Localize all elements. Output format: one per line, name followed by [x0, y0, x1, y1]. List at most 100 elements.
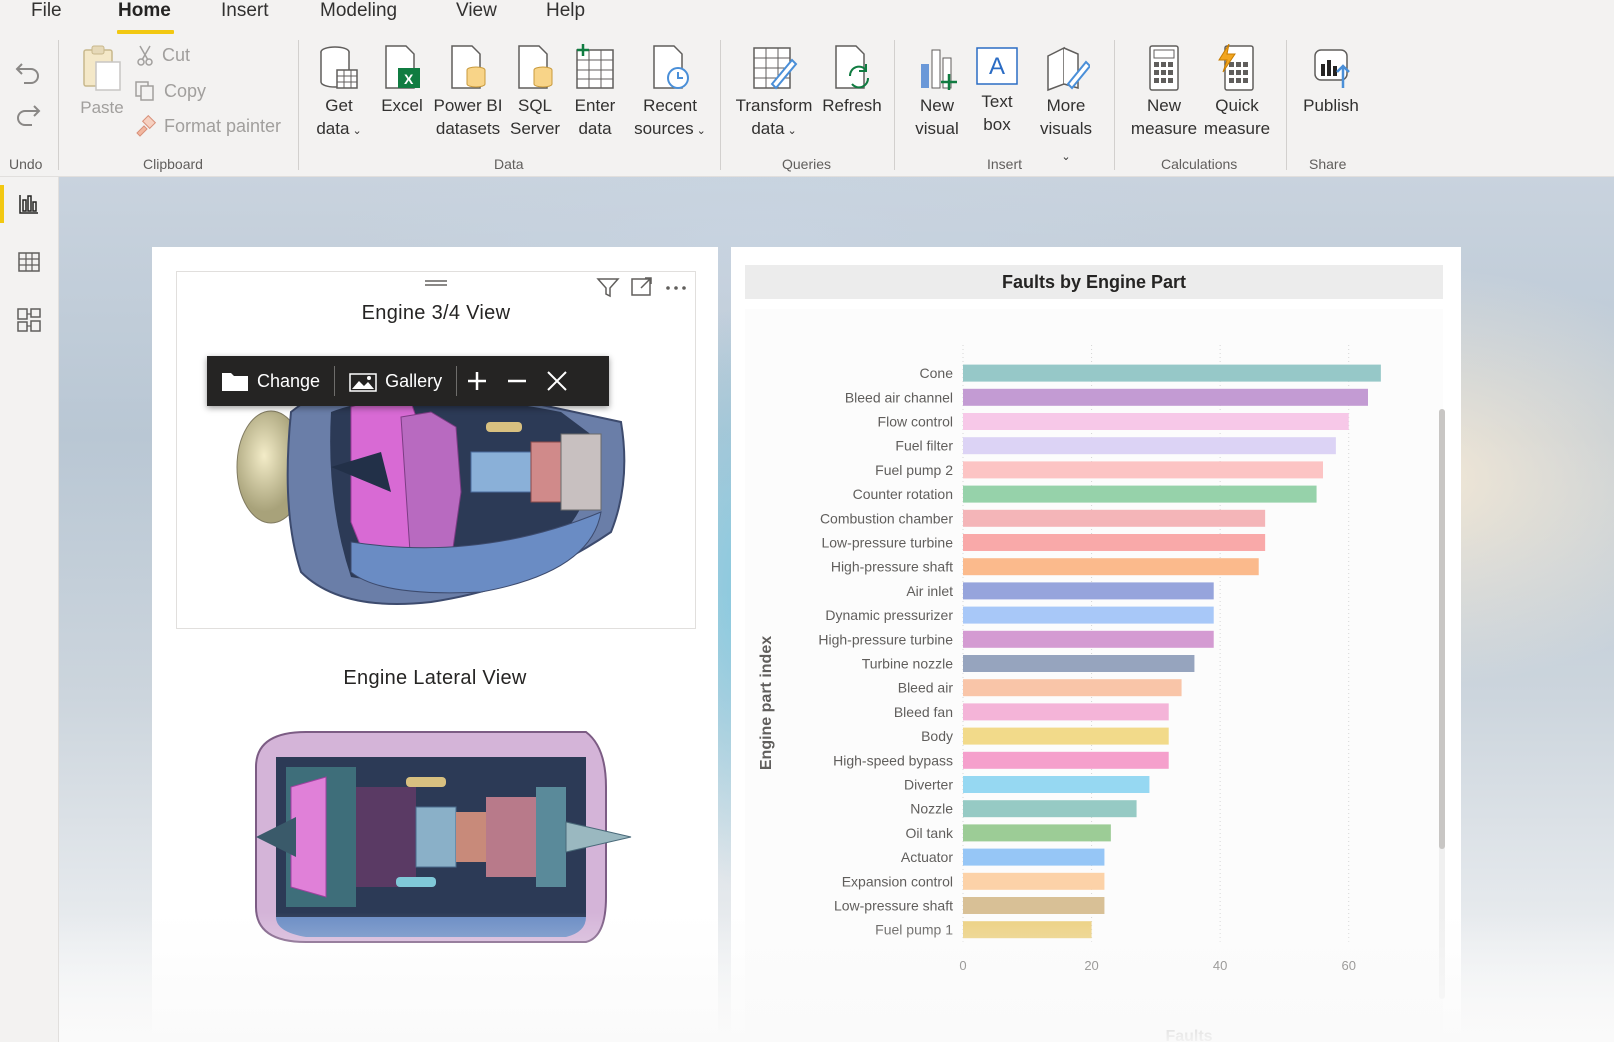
clipboard-group-label: Clipboard	[143, 156, 203, 172]
bar[interactable]	[963, 437, 1336, 455]
x-tick-label: 60	[1341, 958, 1355, 973]
quick-measure-button[interactable]: Quick measure	[1202, 44, 1272, 140]
more-options-icon[interactable]	[663, 274, 689, 300]
more-visuals-button[interactable]: More visuals ⌄	[1034, 44, 1098, 169]
get-data-button[interactable]: Get data ⌄	[312, 44, 366, 143]
new-visual-icon	[921, 49, 957, 90]
separator	[894, 40, 895, 170]
bar[interactable]	[963, 800, 1137, 818]
bar[interactable]	[963, 921, 1092, 939]
bar[interactable]	[963, 461, 1323, 479]
menu-modeling[interactable]: Modeling	[320, 0, 397, 22]
bar[interactable]	[963, 776, 1150, 793]
zoom-in-button[interactable]	[457, 356, 497, 406]
x-axis-title: Faults	[1165, 1028, 1212, 1042]
menu-view[interactable]: View	[456, 0, 497, 22]
text-box-button[interactable]: A Text box	[970, 44, 1024, 136]
excel-icon: X	[385, 45, 420, 89]
chevron-down-icon: ⌄	[1061, 151, 1071, 163]
bar[interactable]	[963, 388, 1368, 406]
copy-button[interactable]: Copy	[134, 80, 206, 102]
category-label: Flow control	[878, 414, 953, 430]
format-painter-button[interactable]: Format painter	[134, 115, 281, 137]
new-measure-button[interactable]: New measure	[1130, 44, 1198, 140]
bar[interactable]	[963, 872, 1105, 890]
data-view-button[interactable]	[0, 237, 58, 287]
drag-handle-icon[interactable]	[425, 280, 447, 286]
refresh-icon	[835, 45, 870, 89]
bar[interactable]	[963, 655, 1195, 672]
excel-button[interactable]: X Excel	[380, 44, 424, 117]
chevron-down-icon: ⌄	[784, 125, 797, 137]
engine-lateral-image[interactable]	[246, 727, 636, 947]
bar[interactable]	[963, 751, 1169, 769]
cut-button[interactable]: Cut	[136, 44, 190, 66]
report-view-button[interactable]	[0, 179, 58, 229]
menu-help[interactable]: Help	[546, 0, 585, 22]
bar[interactable]	[963, 703, 1169, 721]
gallery-button[interactable]: Gallery	[335, 356, 456, 406]
ribbon: Undo Paste Cut Copy Format painter Clipb…	[0, 36, 1614, 177]
redo-button[interactable]	[14, 100, 42, 133]
category-label: Oil tank	[906, 825, 954, 841]
category-label: Body	[921, 728, 953, 744]
bar-chart: Cone Bleed air channel Flow control Fuel fi…	[758, 345, 1381, 1042]
publish-icon	[1314, 49, 1350, 88]
sql-server-button[interactable]: SQL Server	[510, 44, 560, 140]
x-tick-label: 0	[959, 958, 966, 973]
recent-label-2: sources	[634, 119, 694, 138]
paste-button[interactable]: Paste	[78, 44, 126, 119]
bar[interactable]	[963, 558, 1259, 576]
svg-text:X: X	[404, 71, 414, 87]
transform-data-button[interactable]: Transform data ⌄	[734, 44, 814, 143]
paste-icon	[83, 45, 121, 91]
bar[interactable]	[963, 824, 1111, 842]
zoom-out-button[interactable]	[497, 356, 537, 406]
bar[interactable]	[963, 848, 1105, 866]
bar[interactable]	[963, 679, 1182, 697]
bar[interactable]	[963, 364, 1381, 382]
quick-measure-label-1: Quick	[1215, 96, 1259, 115]
enter-data-button[interactable]: Enter data	[570, 44, 620, 140]
sql-label-1: SQL	[517, 96, 553, 115]
chart-title-bar: Faults by Engine Part	[745, 265, 1443, 299]
engine-3-4-visual[interactable]: Engine 3/4 View Change Gallery	[176, 271, 696, 629]
powerbi-label-2: datasets	[435, 119, 501, 138]
bar[interactable]	[963, 534, 1266, 551]
bar[interactable]	[963, 582, 1214, 600]
engine-3-4-image[interactable]	[231, 372, 651, 612]
menu-file[interactable]: File	[31, 0, 62, 22]
refresh-button[interactable]: Refresh	[820, 44, 884, 117]
bar[interactable]	[963, 630, 1214, 648]
menu-insert[interactable]: Insert	[221, 0, 269, 22]
bar[interactable]	[963, 897, 1105, 914]
bar[interactable]	[963, 727, 1169, 745]
visual-title-3-4: Engine 3/4 View	[361, 302, 511, 324]
category-label: Fuel pump 1	[875, 922, 953, 938]
menu-bar: File Home Insert Modeling View Help	[0, 0, 1614, 36]
bar[interactable]	[963, 413, 1349, 430]
gallery-label: Gallery	[385, 370, 443, 391]
focus-mode-icon[interactable]	[629, 274, 655, 300]
gallery-icon	[349, 373, 377, 392]
publish-label: Publish	[1303, 96, 1359, 115]
powerbi-datasets-button[interactable]: Power BI datasets	[432, 44, 504, 140]
bar[interactable]	[963, 509, 1266, 527]
publish-button[interactable]: Publish	[1300, 44, 1362, 117]
get-data-label-1: Get	[325, 96, 353, 115]
menu-home[interactable]: Home	[118, 0, 171, 22]
recent-sources-button[interactable]: Recent sources ⌄	[634, 44, 706, 143]
share-group-label: Share	[1309, 156, 1347, 172]
new-visual-button[interactable]: New visual	[912, 44, 962, 140]
filter-icon[interactable]	[595, 274, 621, 300]
faults-chart-visual[interactable]: Faults by Engine Part Cone Bleed air chan…	[731, 247, 1461, 1042]
x-tick-label: 20	[1084, 958, 1098, 973]
change-button[interactable]: Change	[207, 356, 334, 406]
reset-view-button[interactable]	[537, 356, 577, 406]
collapse-icon	[547, 371, 567, 391]
model-view-button[interactable]	[0, 295, 58, 345]
chart-scrollbar-thumb[interactable]	[1439, 409, 1445, 849]
bar[interactable]	[963, 485, 1317, 503]
undo-button[interactable]	[14, 58, 42, 91]
bar[interactable]	[963, 606, 1214, 624]
